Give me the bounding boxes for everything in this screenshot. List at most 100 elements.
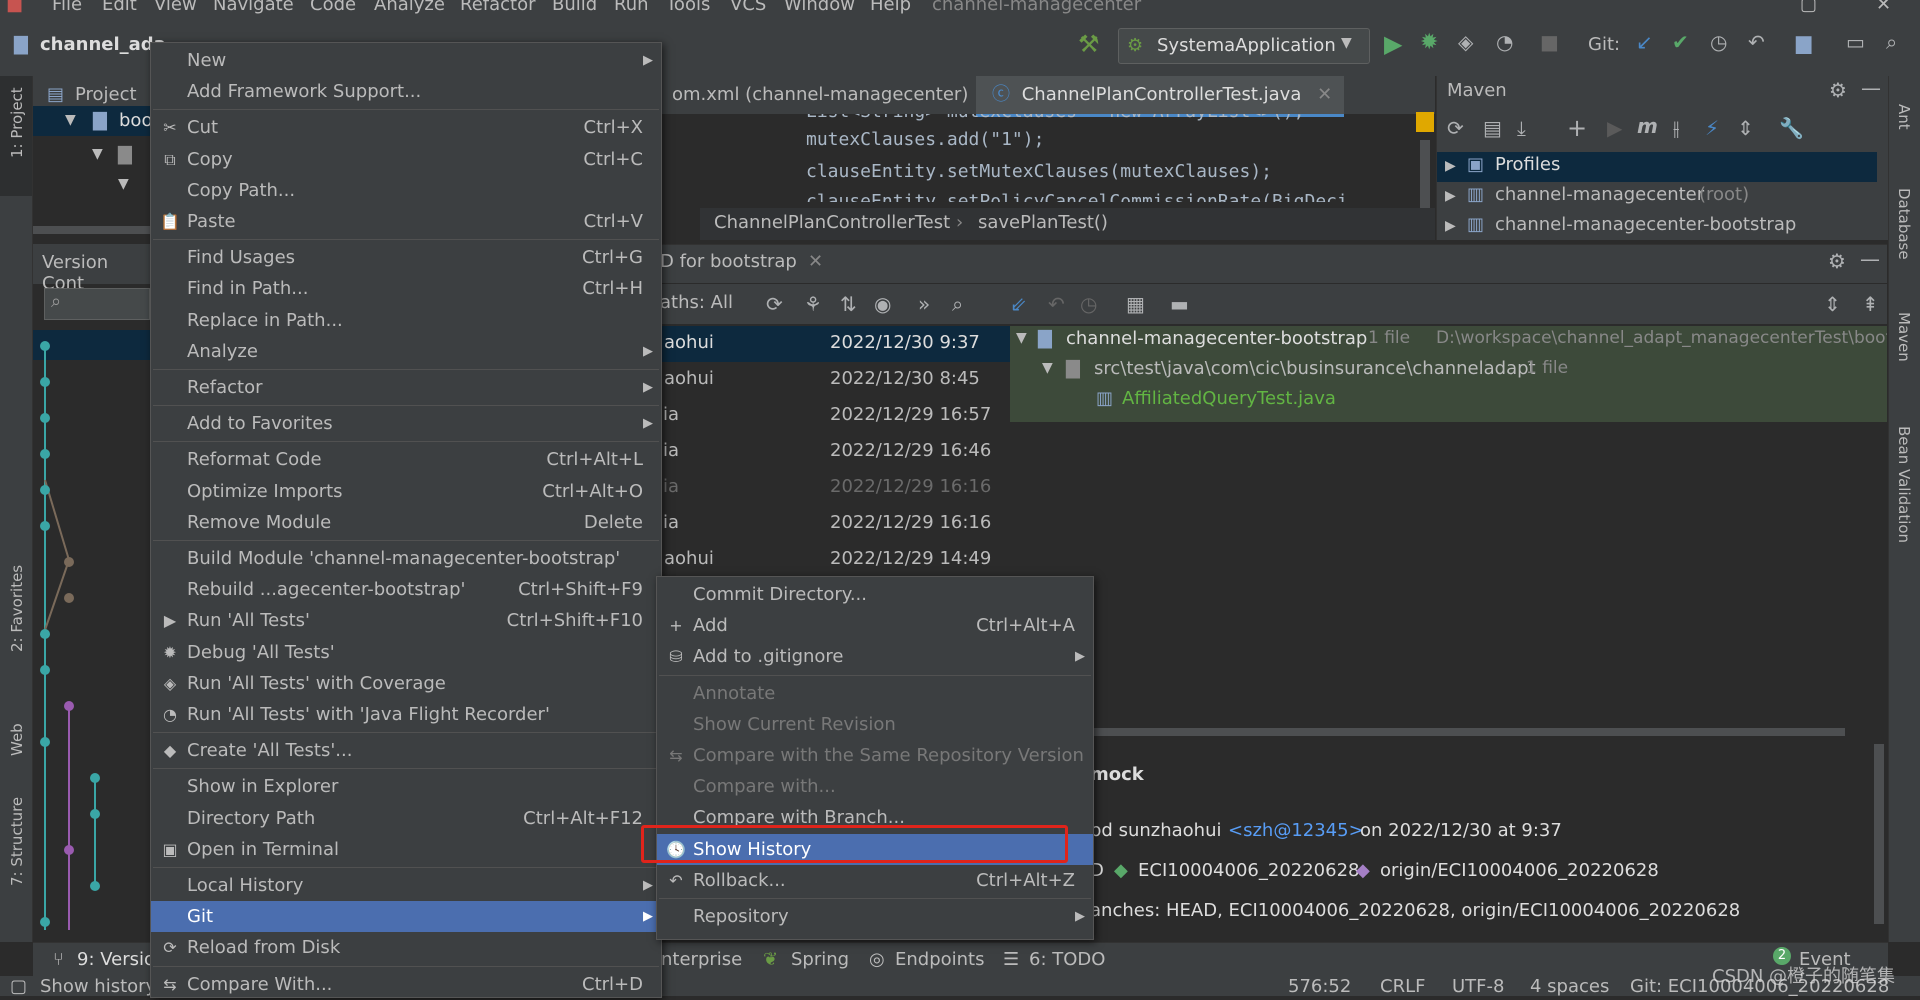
profile-icon[interactable]: ◔ [1496,30,1513,54]
search-icon[interactable]: ⌕ [952,292,963,316]
collapse-all-icon[interactable]: ⇞ [1862,292,1879,316]
expand-arrow-icon[interactable]: ▼ [92,146,103,162]
menu-code[interactable]: Code [310,0,356,15]
sort-icon[interactable]: ⇅ [840,292,857,316]
tab-pom-xml[interactable]: om.xml (channel-managecenter) ✕ [660,76,1011,114]
menu-item-show-in-explorer[interactable]: Show in Explorer [151,771,661,802]
details-vscrollbar[interactable] [1874,744,1884,924]
changes-root-row[interactable]: ▼ ▇ channel-managecenter-bootstrap 1 fil… [1010,326,1887,356]
tab-enterprise[interactable]: nterprise [661,949,742,970]
menu-item-local-history[interactable]: Local History ▶ [151,870,661,901]
more-icon[interactable]: » [918,292,930,316]
database-tool-button[interactable]: Database [1895,188,1913,260]
generate-sources-icon[interactable]: ▤ [1483,116,1502,140]
run-icon[interactable]: ▶ [1384,30,1402,58]
menu-window[interactable]: Window [784,0,855,15]
menu-item-show-current-revision[interactable]: Show Current Revision [657,709,1093,740]
changes-file-row[interactable]: ▥ AffiliatedQueryTest.java [1010,386,1887,416]
maven-item-bootstrap[interactable]: ▶ ▥ channel-managecenter-bootstrap [1437,212,1877,240]
line-separator[interactable]: CRLF [1380,976,1425,996]
menu-item-compare-with-the-same-repository-version[interactable]: ⇆ Compare with the Same Repository Versio… [657,740,1093,771]
menu-item-cut[interactable]: ✂ Cut Ctrl+X [151,112,661,143]
run-config-select[interactable]: ⚙ SystemaApplication ▼ [1118,28,1370,64]
vc-search-input[interactable]: ⌕ [44,288,150,320]
tab-spring[interactable]: Spring [791,949,849,970]
gear-icon[interactable]: ⚙ [1829,78,1847,102]
menu-item-repository[interactable]: Repository ▶ [657,901,1093,932]
menu-help[interactable]: Help [870,0,911,15]
menu-item-annotate[interactable]: Annotate [657,678,1093,709]
ant-tool-button[interactable]: Ant [1895,104,1913,130]
git-update-icon[interactable]: ↙ [1636,30,1653,54]
minimize-icon[interactable]: — [1860,247,1880,271]
expand-arrow-icon[interactable]: ▶ [1445,218,1456,234]
project-structure-icon[interactable]: ▆ [1796,30,1811,54]
maven-tool-button[interactable]: Maven [1895,312,1913,362]
menu-item-refactor[interactable]: Refactor ▶ [151,372,661,403]
tab-controller-test[interactable]: ⓒ ChannelPlanControllerTest.java ✕ [976,76,1345,117]
maven-goal-icon[interactable]: m [1637,114,1658,138]
editor-scrollbar[interactable] [1420,140,1430,210]
menu-item-new[interactable]: New ▶ [151,45,661,76]
menu-item-optimize-imports[interactable]: Optimize Imports Ctrl+Alt+O [151,476,661,507]
menu-file[interactable]: File [52,0,82,15]
run-maven-icon[interactable]: ▶ [1607,116,1622,140]
menu-item-compare-with[interactable]: Compare with... [657,771,1093,802]
tab-endpoints[interactable]: Endpoints [895,949,985,970]
project-panel-title[interactable]: Project [75,84,137,105]
horizontal-scrollbar[interactable] [33,226,151,234]
menu-item-run-all-tests-with-java-flight-recorder[interactable]: ◔ Run 'All Tests' with 'Java Flight Recor… [151,699,661,730]
menu-item-build-module-channel-managecenter-bootstrap[interactable]: Build Module 'channel-managecenter-boots… [151,543,661,574]
menu-refactor[interactable]: Refactor [460,0,536,15]
log-tab-title[interactable]: D for bootstrap [660,251,797,272]
menu-view[interactable]: View [154,0,197,15]
file-encoding[interactable]: UTF-8 [1452,976,1504,996]
tab-todo[interactable]: 6: TODO [1029,949,1105,970]
history-icon[interactable]: ◷ [1710,30,1727,54]
cherry-pick-arrow-icon[interactable]: ⇙ [1010,292,1027,316]
menu-item-run-all-tests-with-coverage[interactable]: ◈ Run 'All Tests' with Coverage [151,668,661,699]
menu-item-git[interactable]: Git ▶ [151,901,661,933]
menu-item-rebuild-agecenter-bootstrap[interactable]: Rebuild ...agecenter-bootstrap' Ctrl+Shif… [151,574,661,605]
status-toggle-icon[interactable]: ▢ [10,976,27,996]
expand-arrow-icon[interactable]: ▼ [1042,360,1053,376]
menu-item-find-usages[interactable]: Find Usages Ctrl+G [151,242,661,273]
menu-item-add-to-favorites[interactable]: Add to Favorites ▶ [151,408,661,439]
close-tab-icon[interactable]: ✕ [808,251,823,272]
commit-email-link[interactable]: <szh@12345> [1228,820,1364,841]
menu-item-compare-with[interactable]: ⇆ Compare With... Ctrl+D [151,969,661,1000]
gear-icon[interactable]: ⚙ [1828,249,1846,273]
expand-arrow-icon[interactable]: ▼ [1016,330,1027,346]
menu-analyze[interactable]: Analyze [374,0,445,15]
expand-all-icon[interactable]: ⇕ [1824,292,1841,316]
menu-item-open-in-terminal[interactable]: ▣ Open in Terminal [151,834,661,865]
project-tool-button[interactable]: 1: Project [8,87,26,158]
bean-validation-tool-button[interactable]: Bean Validation [1895,426,1913,543]
git-commit-icon[interactable]: ✔ [1672,30,1689,54]
presentation-icon[interactable]: ▭ [1846,30,1865,54]
history-icon[interactable]: ◷ [1080,292,1097,316]
menu-item-add-framework-support[interactable]: Add Framework Support... [151,76,661,107]
menu-item-paste[interactable]: 📋 Paste Ctrl+V [151,206,661,237]
menu-item-add-to-gitignore[interactable]: ⛁ Add to .gitignore ▶ [657,641,1093,672]
wrench-icon[interactable]: 🔧 [1779,116,1804,140]
changes-folder-row[interactable]: ▼ ▇ src\test\java\com\cic\businsurance\c… [1010,356,1887,386]
offline-icon[interactable]: ⚡ [1705,116,1719,140]
close-tab-icon[interactable]: ✕ [1317,84,1332,105]
expand-arrow-icon[interactable]: ▶ [1445,158,1456,174]
web-tool-button[interactable]: Web [8,723,26,756]
menu-item-reload-from-disk[interactable]: ⟳ Reload from Disk [151,932,661,963]
add-icon[interactable]: + [1567,114,1587,142]
details-hscrollbar[interactable] [1090,728,1845,736]
build-hammer-icon[interactable]: ⚒ [1078,30,1100,58]
menu-item-reformat-code[interactable]: Reformat Code Ctrl+Alt+L [151,444,661,475]
preview-icon[interactable]: ▬ [1170,292,1189,316]
skip-tests-icon[interactable]: ⫲ [1673,116,1679,140]
menu-item-copy[interactable]: ⧉ Copy Ctrl+C [151,144,661,175]
menu-edit[interactable]: Edit [102,0,137,15]
menu-build[interactable]: Build [552,0,597,15]
undo-icon[interactable]: ↶ [1048,292,1065,316]
menu-navigate[interactable]: Navigate [213,0,294,15]
menu-item-debug-all-tests[interactable]: ✹ Debug 'All Tests' [151,637,661,668]
stop-icon[interactable]: ■ [1540,30,1559,54]
